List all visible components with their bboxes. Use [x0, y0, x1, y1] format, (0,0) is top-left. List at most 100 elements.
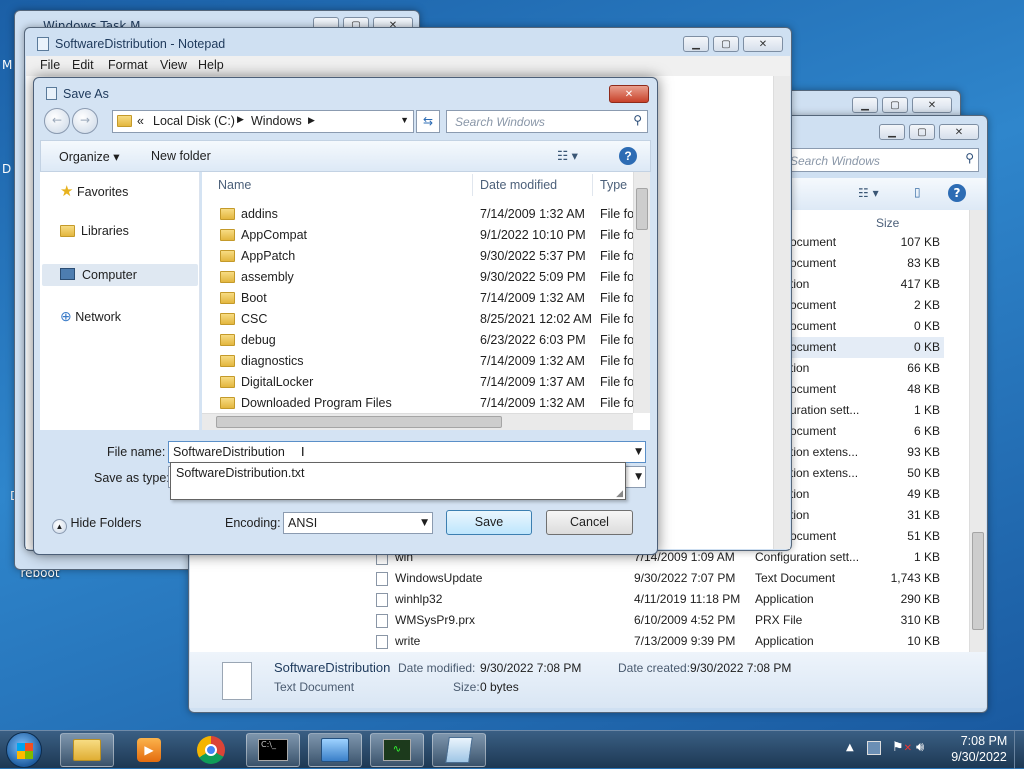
- text-file-icon: [222, 662, 252, 700]
- new-folder-button[interactable]: New folder: [151, 149, 211, 163]
- close-button[interactable]: ✕: [939, 124, 979, 140]
- chevron-down-icon[interactable]: ▼: [635, 447, 642, 457]
- column-header-date[interactable]: Date modified: [480, 178, 557, 192]
- column-header-size[interactable]: Size: [876, 216, 899, 230]
- breadcrumb-overflow[interactable]: «: [137, 114, 144, 128]
- encoding-select[interactable]: ANSI ▼: [283, 512, 433, 534]
- file-row[interactable]: assembly 9/30/2022 5:09 PM File fol: [202, 267, 637, 288]
- vertical-scrollbar[interactable]: [773, 76, 790, 549]
- save-as-dialog[interactable]: Save As ✕ ← → « Local Disk (C:) ▶ Window…: [33, 77, 658, 555]
- file-type-cell: File fol: [600, 291, 637, 305]
- file-row[interactable]: addins 7/14/2009 1:32 AM File fol: [202, 204, 637, 225]
- save-button[interactable]: Save: [446, 510, 532, 535]
- address-dropdown-icon[interactable]: ▼: [400, 115, 409, 125]
- menu-file[interactable]: File: [40, 58, 60, 72]
- volume-icon[interactable]: 🔊︎: [916, 740, 924, 755]
- taskbar-control-panel[interactable]: [308, 733, 362, 767]
- explorer-search-box[interactable]: Search Windows ⚲: [785, 148, 979, 172]
- encoding-label: Encoding:: [225, 516, 281, 530]
- taskbar-notepad[interactable]: [432, 733, 486, 767]
- nav-favorites[interactable]: ★ Favorites: [60, 182, 128, 200]
- star-icon: ★: [60, 183, 74, 200]
- nav-computer[interactable]: Computer: [42, 264, 198, 286]
- explorer-row[interactable]: WindowsUpdate 9/30/2022 7:07 PM Text Docum…: [370, 568, 944, 589]
- search-placeholder: Search Windows: [455, 115, 545, 129]
- explorer-row[interactable]: winhlp32 4/11/2019 11:18 PM Application 290…: [370, 589, 944, 610]
- column-header-type[interactable]: Type: [600, 178, 627, 192]
- nav-network[interactable]: ⊕ Network: [60, 308, 121, 325]
- minimize-button[interactable]: ▁: [879, 124, 905, 140]
- action-center-icon[interactable]: ⚑✕: [892, 740, 912, 755]
- nav-libraries[interactable]: Libraries: [60, 224, 129, 238]
- network-tray-icon[interactable]: [867, 741, 881, 755]
- explorer-name-cell: WindowsUpdate: [395, 571, 483, 585]
- resize-grip-icon[interactable]: ◢: [616, 489, 623, 499]
- refresh-button[interactable]: ⇆: [416, 110, 440, 133]
- organize-button[interactable]: Organize ▾: [59, 149, 119, 164]
- text-cursor: I: [301, 445, 305, 459]
- cancel-button[interactable]: Cancel: [546, 510, 633, 535]
- autocomplete-dropdown[interactable]: SoftwareDistribution.txt ◢: [170, 462, 626, 500]
- preview-pane-icon[interactable]: ▯: [914, 185, 921, 199]
- clock-date[interactable]: 9/30/2022: [944, 750, 1014, 764]
- help-icon[interactable]: ?: [619, 147, 637, 165]
- show-hidden-icons-button[interactable]: ▲: [846, 742, 854, 753]
- taskbar-cmd[interactable]: C:\_: [246, 733, 300, 767]
- file-row[interactable]: DigitalLocker 7/14/2009 1:37 AM File fol: [202, 372, 637, 393]
- menu-view[interactable]: View: [160, 58, 187, 72]
- menu-format[interactable]: Format: [108, 58, 148, 72]
- column-divider: [592, 174, 593, 196]
- start-button[interactable]: [6, 732, 42, 768]
- vertical-scrollbar[interactable]: [969, 210, 986, 652]
- show-desktop-button[interactable]: [1014, 731, 1024, 769]
- file-type-cell: File fol: [600, 207, 637, 221]
- file-row[interactable]: CSC 8/25/2021 12:02 AM File fol: [202, 309, 637, 330]
- minimize-button[interactable]: ▁: [852, 97, 878, 113]
- maximize-button[interactable]: ▢: [713, 36, 739, 52]
- view-options-icon[interactable]: ☷ ▾: [557, 148, 578, 163]
- explorer-date-cell: 9/30/2022 7:07 PM: [634, 571, 736, 585]
- close-button[interactable]: ✕: [609, 85, 649, 103]
- horizontal-scrollbar[interactable]: [202, 413, 633, 430]
- search-box[interactable]: Search Windows ⚲: [446, 110, 648, 133]
- computer-icon: [60, 268, 75, 280]
- view-options-icon[interactable]: ☷ ▾: [858, 186, 879, 200]
- command-prompt-icon: C:\_: [258, 739, 288, 761]
- details-modified-label: Date modified:: [398, 661, 476, 675]
- file-row[interactable]: debug 6/23/2022 6:03 PM File fol: [202, 330, 637, 351]
- explorer-type-cell: tion: [790, 508, 810, 522]
- file-row[interactable]: Boot 7/14/2009 1:32 AM File fol: [202, 288, 637, 309]
- breadcrumb-local-disk[interactable]: Local Disk (C:): [153, 114, 235, 128]
- maximize-button[interactable]: ▢: [882, 97, 908, 113]
- forward-button[interactable]: →: [72, 108, 98, 134]
- menu-help[interactable]: Help: [198, 58, 224, 72]
- taskbar-task-manager[interactable]: ∿: [370, 733, 424, 767]
- file-name-input[interactable]: SoftwareDistribution I ▼: [168, 441, 646, 463]
- minimize-button[interactable]: ▁: [683, 36, 709, 52]
- explorer-row[interactable]: write 7/13/2009 9:39 PM Application 10 KB: [370, 631, 944, 652]
- explorer-row[interactable]: WMSysPr9.prx 6/10/2009 4:52 PM PRX File 310…: [370, 610, 944, 631]
- menu-edit[interactable]: Edit: [72, 58, 94, 72]
- taskbar-explorer[interactable]: [60, 733, 114, 767]
- breadcrumb-windows[interactable]: Windows: [251, 114, 302, 128]
- close-button[interactable]: ✕: [743, 36, 783, 52]
- taskbar-media-player[interactable]: ▶: [122, 733, 176, 767]
- hide-folders-button[interactable]: ▲ Hide Folders: [52, 516, 141, 534]
- file-row[interactable]: diagnostics 7/14/2009 1:32 AM File fol: [202, 351, 637, 372]
- maximize-button[interactable]: ▢: [909, 124, 935, 140]
- file-type-cell: File fol: [600, 249, 637, 263]
- help-icon[interactable]: ?: [948, 184, 966, 202]
- file-row[interactable]: AppPatch 9/30/2022 5:37 PM File fol: [202, 246, 637, 267]
- column-header-name[interactable]: Name: [218, 178, 251, 192]
- autocomplete-suggestion[interactable]: SoftwareDistribution.txt: [176, 466, 305, 480]
- back-button[interactable]: ←: [44, 108, 70, 134]
- close-button[interactable]: ✕: [912, 97, 952, 113]
- address-bar[interactable]: « Local Disk (C:) ▶ Windows ▶ ▼: [112, 110, 414, 133]
- taskbar-chrome[interactable]: [184, 733, 238, 767]
- clock-time[interactable]: 7:08 PM: [954, 734, 1014, 748]
- file-date-cell: 6/23/2022 6:03 PM: [480, 333, 586, 347]
- file-row[interactable]: Downloaded Program Files 7/14/2009 1:32 A…: [202, 393, 637, 414]
- file-row[interactable]: AppCompat 9/1/2022 10:10 PM File fol: [202, 225, 637, 246]
- details-type: Text Document: [274, 680, 355, 694]
- vertical-scrollbar[interactable]: [633, 172, 650, 413]
